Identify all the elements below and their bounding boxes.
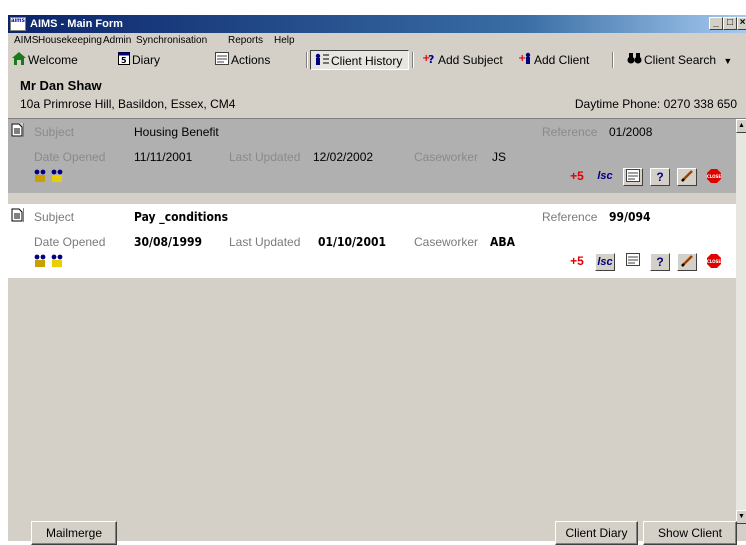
scroll-up-icon[interactable]: ▲ <box>736 119 746 133</box>
client-history-icon <box>315 52 329 72</box>
svg-text:+: + <box>518 53 526 64</box>
subject-value: Pay _conditions <box>134 210 229 224</box>
add-action-icon[interactable]: +5 <box>567 253 587 271</box>
reference-label: Reference <box>542 210 598 224</box>
aims-app-icon: aims <box>10 17 26 31</box>
svg-text:CLOSE: CLOSE <box>707 174 722 179</box>
caseworker-value: ABA <box>490 235 515 249</box>
menu-help[interactable]: Help <box>274 35 295 47</box>
date-opened-label: Date Opened <box>34 235 106 249</box>
subject-label: Subject <box>34 210 75 224</box>
subject-list: Subject Housing Benefit Reference 01/200… <box>8 118 746 524</box>
lsc-icon[interactable]: lsc <box>595 168 615 186</box>
actions-icon <box>215 51 229 71</box>
toolbar-separator <box>612 52 614 68</box>
scroll-down-icon[interactable]: ▼ <box>736 510 746 524</box>
subject-record[interactable]: Subject Housing Benefit Reference 01/200… <box>8 119 736 193</box>
record-action-icons: +5 lsc ? CLOSE <box>567 168 732 186</box>
reference-value: 01/2008 <box>609 125 653 139</box>
main-window: aims AIMS - Main Form _ □ × AIMS Houseke… <box>7 14 746 545</box>
welcome-label: Welcome <box>28 53 78 67</box>
client-name: Mr Dan Shaw <box>20 78 102 93</box>
help-icon[interactable]: ? <box>650 253 670 271</box>
help-icon[interactable]: ? <box>650 168 670 186</box>
minimize-button[interactable]: _ <box>709 17 723 30</box>
last-updated-value: 01/10/2001 <box>318 235 386 249</box>
calendar-icon: 5 <box>118 51 130 71</box>
binoculars-icon <box>627 51 642 71</box>
svg-text:?: ? <box>428 53 434 65</box>
client-search-button[interactable]: Client Search ▼ <box>627 50 732 70</box>
add-action-icon[interactable]: +5 <box>567 168 587 186</box>
toolbar-separator <box>412 52 414 68</box>
close-stop-icon[interactable]: CLOSE <box>704 168 724 186</box>
vertical-scrollbar[interactable]: ▲ ▼ <box>736 119 746 524</box>
people-icons <box>34 169 74 183</box>
subject-value: Housing Benefit <box>134 125 219 139</box>
menu-bar: AIMS Housekeeping Admin Synchronisation … <box>8 33 746 49</box>
menu-aims[interactable]: AIMS <box>14 35 38 47</box>
add-client-label: Add Client <box>534 53 590 67</box>
menu-housekeeping[interactable]: Housekeeping <box>38 35 102 47</box>
client-search-label: Client Search <box>644 53 717 67</box>
caseworker-label: Caseworker <box>414 150 479 164</box>
reference-label: Reference <box>542 125 598 139</box>
date-opened-label: Date Opened <box>34 150 106 164</box>
welcome-button[interactable]: Welcome <box>12 50 78 70</box>
add-subject-button[interactable]: +? Add Subject <box>422 50 503 70</box>
reference-value: 99/094 <box>609 210 651 224</box>
menu-synchronisation[interactable]: Synchronisation <box>136 35 207 47</box>
edit-icon[interactable] <box>677 168 697 186</box>
toolbar-separator <box>306 52 308 68</box>
window-title: AIMS - Main Form <box>30 18 123 30</box>
home-icon <box>12 51 26 71</box>
actions-label: Actions <box>231 53 271 67</box>
client-address: 10a Primrose Hill, Basildon, Essex, CM4 <box>20 97 236 111</box>
diary-label: Diary <box>132 53 161 67</box>
date-opened-value: 30/08/1999 <box>134 235 202 249</box>
client-phone: Daytime Phone: 0270 338 650 <box>574 97 737 111</box>
subject-record[interactable]: Subject Pay _conditions Reference 99/094… <box>8 204 736 278</box>
chevron-down-icon[interactable]: ▼ <box>723 56 732 66</box>
edit-icon[interactable] <box>677 253 697 271</box>
actions-icon[interactable] <box>623 168 643 186</box>
lsc-icon[interactable]: lsc <box>595 253 615 271</box>
close-button[interactable]: × <box>737 17 746 30</box>
date-opened-value: 11/11/2001 <box>134 150 193 164</box>
last-updated-value: 12/02/2002 <box>313 150 374 164</box>
document-icon <box>11 123 24 137</box>
add-subject-label: Add Subject <box>438 53 503 67</box>
add-client-icon: + <box>518 51 532 71</box>
toolbar: Welcome 5 Diary Actions Client History +… <box>8 49 746 71</box>
client-diary-button[interactable]: Client Diary <box>555 521 638 545</box>
show-client-button[interactable]: Show Client <box>643 521 737 545</box>
document-icon <box>11 208 24 222</box>
client-history-label: Client History <box>331 54 403 68</box>
menu-admin[interactable]: Admin <box>103 35 131 47</box>
client-header: Mr Dan Shaw 10a Primrose Hill, Basildon,… <box>8 72 746 118</box>
menu-reports[interactable]: Reports <box>228 35 263 47</box>
record-action-icons: +5 lsc ? CLOSE <box>567 253 732 271</box>
svg-text:5: 5 <box>121 56 127 65</box>
close-stop-icon[interactable]: CLOSE <box>704 253 724 271</box>
last-updated-label: Last Updated <box>229 150 301 164</box>
caseworker-value: JS <box>492 150 507 164</box>
people-icons <box>34 254 74 268</box>
maximize-button[interactable]: □ <box>723 17 737 30</box>
actions-icon[interactable] <box>623 253 643 271</box>
svg-text:CLOSE: CLOSE <box>707 259 722 264</box>
title-bar: aims AIMS - Main Form _ □ × <box>8 15 746 33</box>
client-history-button[interactable]: Client History <box>310 50 409 70</box>
mailmerge-button[interactable]: Mailmerge <box>31 521 117 545</box>
subject-label: Subject <box>34 125 75 139</box>
actions-button[interactable]: Actions <box>215 50 270 70</box>
add-subject-icon: +? <box>422 51 436 71</box>
last-updated-label: Last Updated <box>229 235 301 249</box>
add-client-button[interactable]: + Add Client <box>518 50 589 70</box>
diary-button[interactable]: 5 Diary <box>118 50 160 70</box>
caseworker-label: Caseworker <box>414 235 479 249</box>
